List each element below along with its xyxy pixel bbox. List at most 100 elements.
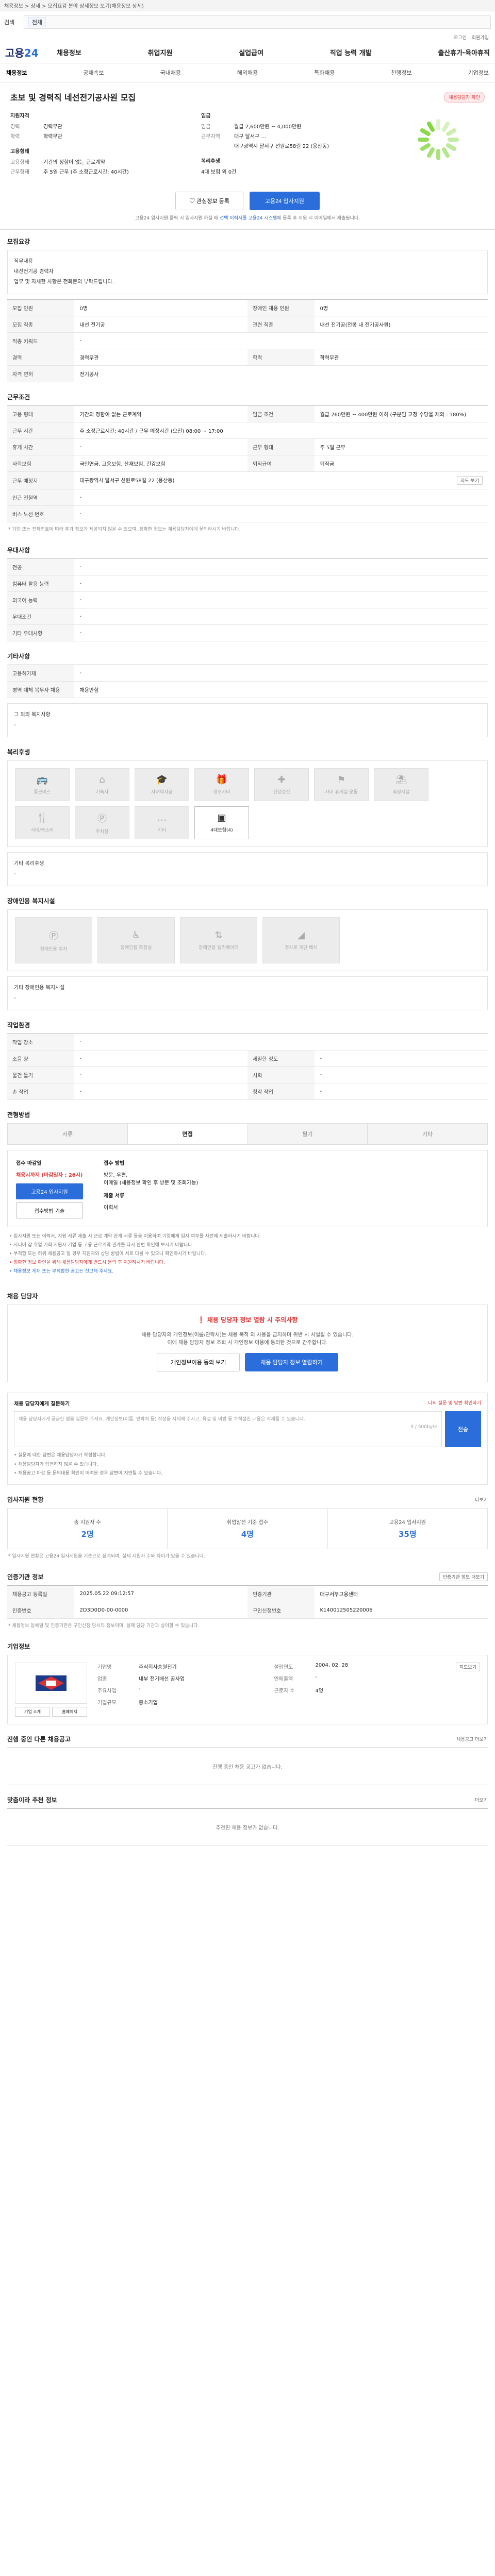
cell-key: 사회보험 <box>7 455 75 472</box>
spinner-petal <box>436 119 440 130</box>
lnb-item-admin[interactable]: 천행정보 <box>391 69 411 77</box>
loading-icon <box>418 119 459 160</box>
gnb-item-support[interactable]: 취업지원 <box>148 47 173 57</box>
privacy-consent-button[interactable]: 개인정보이용 동의 보기 <box>157 1353 240 1372</box>
kv-value: 경력무관 <box>43 124 62 130</box>
tab-document[interactable]: 서류 <box>8 1124 128 1144</box>
cell-value: - <box>74 489 488 506</box>
cell-value: 기간의 정함이 없는 근로계약 <box>74 405 248 422</box>
cell-key: 퇴직급여 <box>247 455 315 472</box>
benefit-group: 복리후생 4대 보험 외 0건 <box>201 157 382 175</box>
kv-value: 학력무관 <box>43 134 62 140</box>
spinner-petal <box>445 127 457 137</box>
cell-key: 근무 형태 <box>247 438 315 455</box>
stat-label: 고용24 입사지원 <box>389 1519 426 1526</box>
apply-method-button[interactable]: 접수방법 기술 <box>16 1202 83 1218</box>
more-link[interactable]: 더보기 <box>475 1496 488 1503</box>
gnb-item-unemployment[interactable]: 실업급여 <box>239 47 263 57</box>
note-line: • 정확한 정보 확인을 위해 채용담당자에게 반드시 문의 후 지원하시기 바… <box>9 1260 165 1266</box>
job-summary: 초보 및 경력직 네선전기공사원 모집 채용담당자 확인 지원자격 경력 경력무관… <box>0 82 495 230</box>
company-map-button[interactable]: 지도보기 <box>455 1662 480 1671</box>
cell-key: 학력 <box>247 349 315 366</box>
spinner-petal <box>418 138 429 142</box>
more-link[interactable]: 채용공고 더보기 <box>456 1736 488 1742</box>
table-row: 인근 전철역 - <box>7 489 488 506</box>
gnb-item-training[interactable]: 직업 능력 개발 <box>330 47 372 57</box>
apply-method-box: 접수 마감일 채용시까지 (마감일자 : 26시) 고용24 입사지원 접수방법… <box>7 1150 488 1227</box>
box-label: 기타 복리후생 <box>14 861 44 867</box>
my-questions-link[interactable]: 나의 질문 및 답변 확인하기 <box>428 1399 481 1407</box>
cell-value: - <box>74 505 488 522</box>
apply-button[interactable]: 고용24 입사지원 <box>249 192 320 210</box>
info-value: 내부 전기배선 공사업 <box>139 1676 185 1682</box>
table-row: 우대조건 - <box>7 608 488 625</box>
view-contact-button[interactable]: 채용 담당자 정보 열람하기 <box>245 1353 338 1372</box>
map-button[interactable]: 지도 보기 <box>457 476 483 485</box>
company-homepage-button[interactable]: 홈페이지 <box>52 1706 87 1717</box>
cell-value: 전기공사 <box>74 365 488 382</box>
signup-link[interactable]: 회원가입 <box>472 34 489 41</box>
stats-row: 총 지원자 수 2명 취업알선 기준 접수 4명 고용24 입사지원 35명 <box>7 1507 488 1549</box>
login-link[interactable]: 로그인 <box>454 34 467 41</box>
question-textarea[interactable]: 채용 담당자에게 궁금한 점을 질문해 주세요. 개인정보(이름, 연락처 등)… <box>14 1411 442 1448</box>
inquiry-title: 채용 담당자에게 질문하기 <box>14 1401 70 1408</box>
report-link[interactable]: • 채용정보 게재 또는 부적합한 공고는 신고해 주세요. <box>9 1267 486 1276</box>
etc-icon: … <box>157 812 167 823</box>
site-logo[interactable]: 고용24 <box>5 45 57 60</box>
cell-key: 세밀한 정도 <box>247 1050 315 1067</box>
stat-label: 총 지원자 수 <box>74 1519 101 1526</box>
section-title: 인증기관 정보 <box>7 1573 44 1581</box>
tab-written[interactable]: 필기 <box>248 1124 368 1144</box>
lnb-item-domestic[interactable]: 국내채용 <box>160 69 181 77</box>
table-row: 자격 면허 전기공사 <box>7 365 488 382</box>
table-row: 직종 키워드 - <box>7 332 488 349</box>
table-row: 버스 노선 번호 - <box>7 505 488 522</box>
cell-value: 경력무관 <box>74 349 248 366</box>
qualification-group: 지원자격 경력 경력무관 학력 학력무관 <box>10 111 191 140</box>
cell-key: 휴게 시간 <box>7 438 75 455</box>
company-intro-button[interactable]: 기업 소개 <box>15 1706 50 1717</box>
table-row: 모집 직종 내선 전기공 관련 직종 내선 전기공(전봉 내 전기공사원) <box>7 316 488 333</box>
cell-key: 버스 노선 번호 <box>7 505 75 522</box>
cell-key: 인근 전철역 <box>7 489 75 506</box>
recruit-section: 모집요강 직무내용 내선전기공 경력자 업무 및 자세한 사항은 전화문의 부탁… <box>0 230 495 385</box>
apply-button-2[interactable]: 고용24 입사지원 <box>16 1183 83 1199</box>
item-label: 장애인용 주차 <box>40 946 68 952</box>
resort-icon: ⛱ <box>395 774 407 785</box>
cert-more-button[interactable]: 인증기관 정보 더보기 <box>439 1572 488 1581</box>
benefit-item: 🎓 자녀학자금 <box>135 768 189 801</box>
lnb-item-jobs[interactable]: 채용정보 <box>6 69 27 77</box>
note-link[interactable]: 선택 이력서를 고용24 시스템 <box>220 216 277 221</box>
search-input[interactable]: 전체 <box>24 15 491 29</box>
tab-interview[interactable]: 면접 <box>127 1124 248 1144</box>
interest-button[interactable]: ♡ 관심정보 등록 <box>175 192 243 210</box>
restroom-icon: ♿ <box>131 930 141 941</box>
cell-value: - <box>74 608 488 625</box>
info-value: - <box>139 1686 141 1692</box>
table-row: 인증번호 2D3D0D0-00-0000 구인신청번호 K14001250522000… <box>7 1602 488 1619</box>
gnb-item-jobs[interactable]: 채용정보 <box>57 47 81 57</box>
disability-item: ♿ 장애인용 화장실 <box>97 917 175 963</box>
lnb-item-public[interactable]: 공채속보 <box>83 69 104 77</box>
send-button[interactable]: 전송 <box>445 1411 481 1448</box>
apply-note: 고용24 입사지원 클릭 시 입사지원 하실 때 선택 이력서를 고용24 시스… <box>10 214 485 221</box>
table-row: 경력 경력무관 학력 학력무관 <box>7 349 488 366</box>
bus-icon: 🚌 <box>36 774 48 785</box>
info-value: - <box>315 1674 318 1680</box>
info-key: 주요사업 <box>97 1688 117 1694</box>
tab-etc[interactable]: 기타 <box>368 1124 487 1144</box>
lnb-item-company[interactable]: 기업정보 <box>468 69 489 77</box>
table-row: 외국어 능력 - <box>7 591 488 608</box>
kv-value: 대구광역시 달서구 선원로58길 22 (용산동) <box>234 144 329 149</box>
item-label: 경조사비 <box>213 790 230 795</box>
verify-badge: 채용담당자 확인 <box>444 91 485 103</box>
other-disability-box: 기타 장애인용 복지시설 - <box>7 976 488 1010</box>
lnb-item-special[interactable]: 특화채용 <box>314 69 335 77</box>
gym-icon: ⚑ <box>337 774 346 785</box>
gnb-item-leave[interactable]: 출산휴가·육아휴직 <box>438 47 490 57</box>
cell-value: 0명 <box>74 299 248 316</box>
lnb-item-overseas[interactable]: 해외채용 <box>237 69 258 77</box>
more-link[interactable]: 더보기 <box>475 1797 488 1803</box>
note-text: 에 등록 후 지원 시 이메일에서 제출됩니다. <box>277 216 360 221</box>
search-category-select[interactable]: 전체 <box>28 17 46 27</box>
